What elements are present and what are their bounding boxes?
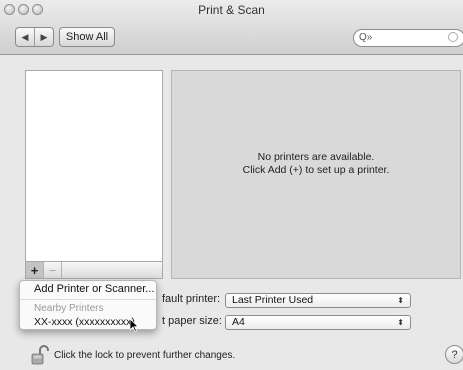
show-all-button[interactable]: Show All xyxy=(59,27,115,47)
help-button[interactable]: ? xyxy=(445,345,463,364)
search-field[interactable]: Q» xyxy=(353,29,463,47)
back-button[interactable]: ◀ xyxy=(16,28,34,46)
mouse-pointer-icon xyxy=(130,319,138,332)
printer-detail-pane: No printers are available. Click Add (+)… xyxy=(171,70,461,279)
lock-message: Click the lock to prevent further change… xyxy=(54,350,236,361)
paper-size-value: A4 xyxy=(232,316,245,328)
forward-arrow-icon: ▶ xyxy=(40,31,48,42)
add-printer-hint: Click Add (+) to set up a printer. xyxy=(242,164,390,176)
search-icon: Q» xyxy=(359,32,373,43)
printer-list[interactable] xyxy=(25,70,163,262)
no-printers-line: No printers are available. xyxy=(257,151,375,163)
back-forward-control: ◀ ▶ xyxy=(15,27,54,47)
default-printer-popup[interactable]: Last Printer Used ⬍ xyxy=(225,293,411,308)
back-arrow-icon: ◀ xyxy=(21,31,29,42)
default-printer-label: fault printer: xyxy=(162,293,221,305)
remove-printer-button[interactable]: − xyxy=(44,262,62,278)
default-printer-value: Last Printer Used xyxy=(232,294,314,306)
printer-list-toolbar: + − xyxy=(25,262,163,279)
popup-arrows-icon: ⬍ xyxy=(397,296,404,305)
popup-arrows-icon: ⬍ xyxy=(397,318,404,327)
paper-size-label: t paper size: xyxy=(162,315,222,327)
lock-icon[interactable] xyxy=(31,345,49,365)
nearby-printers-header: Nearby Printers xyxy=(34,303,104,314)
add-printer-button[interactable]: + xyxy=(26,262,44,278)
menu-item-nearby-printer[interactable]: XX-xxxx (xxxxxxxxxx) xyxy=(34,316,135,328)
window-title: Print & Scan xyxy=(198,3,265,17)
no-printers-message: No printers are available. Click Add (+)… xyxy=(172,151,460,177)
forward-button[interactable]: ▶ xyxy=(34,28,53,46)
menu-separator xyxy=(20,299,156,300)
window-titlebar: Print & Scan ◀ ▶ Show All Q» xyxy=(0,0,463,55)
paper-size-popup[interactable]: A4 ⬍ xyxy=(225,315,411,330)
menu-item-add-printer-or-scanner[interactable]: Add Printer or Scanner... xyxy=(34,283,154,295)
search-clear-icon[interactable] xyxy=(448,32,458,42)
